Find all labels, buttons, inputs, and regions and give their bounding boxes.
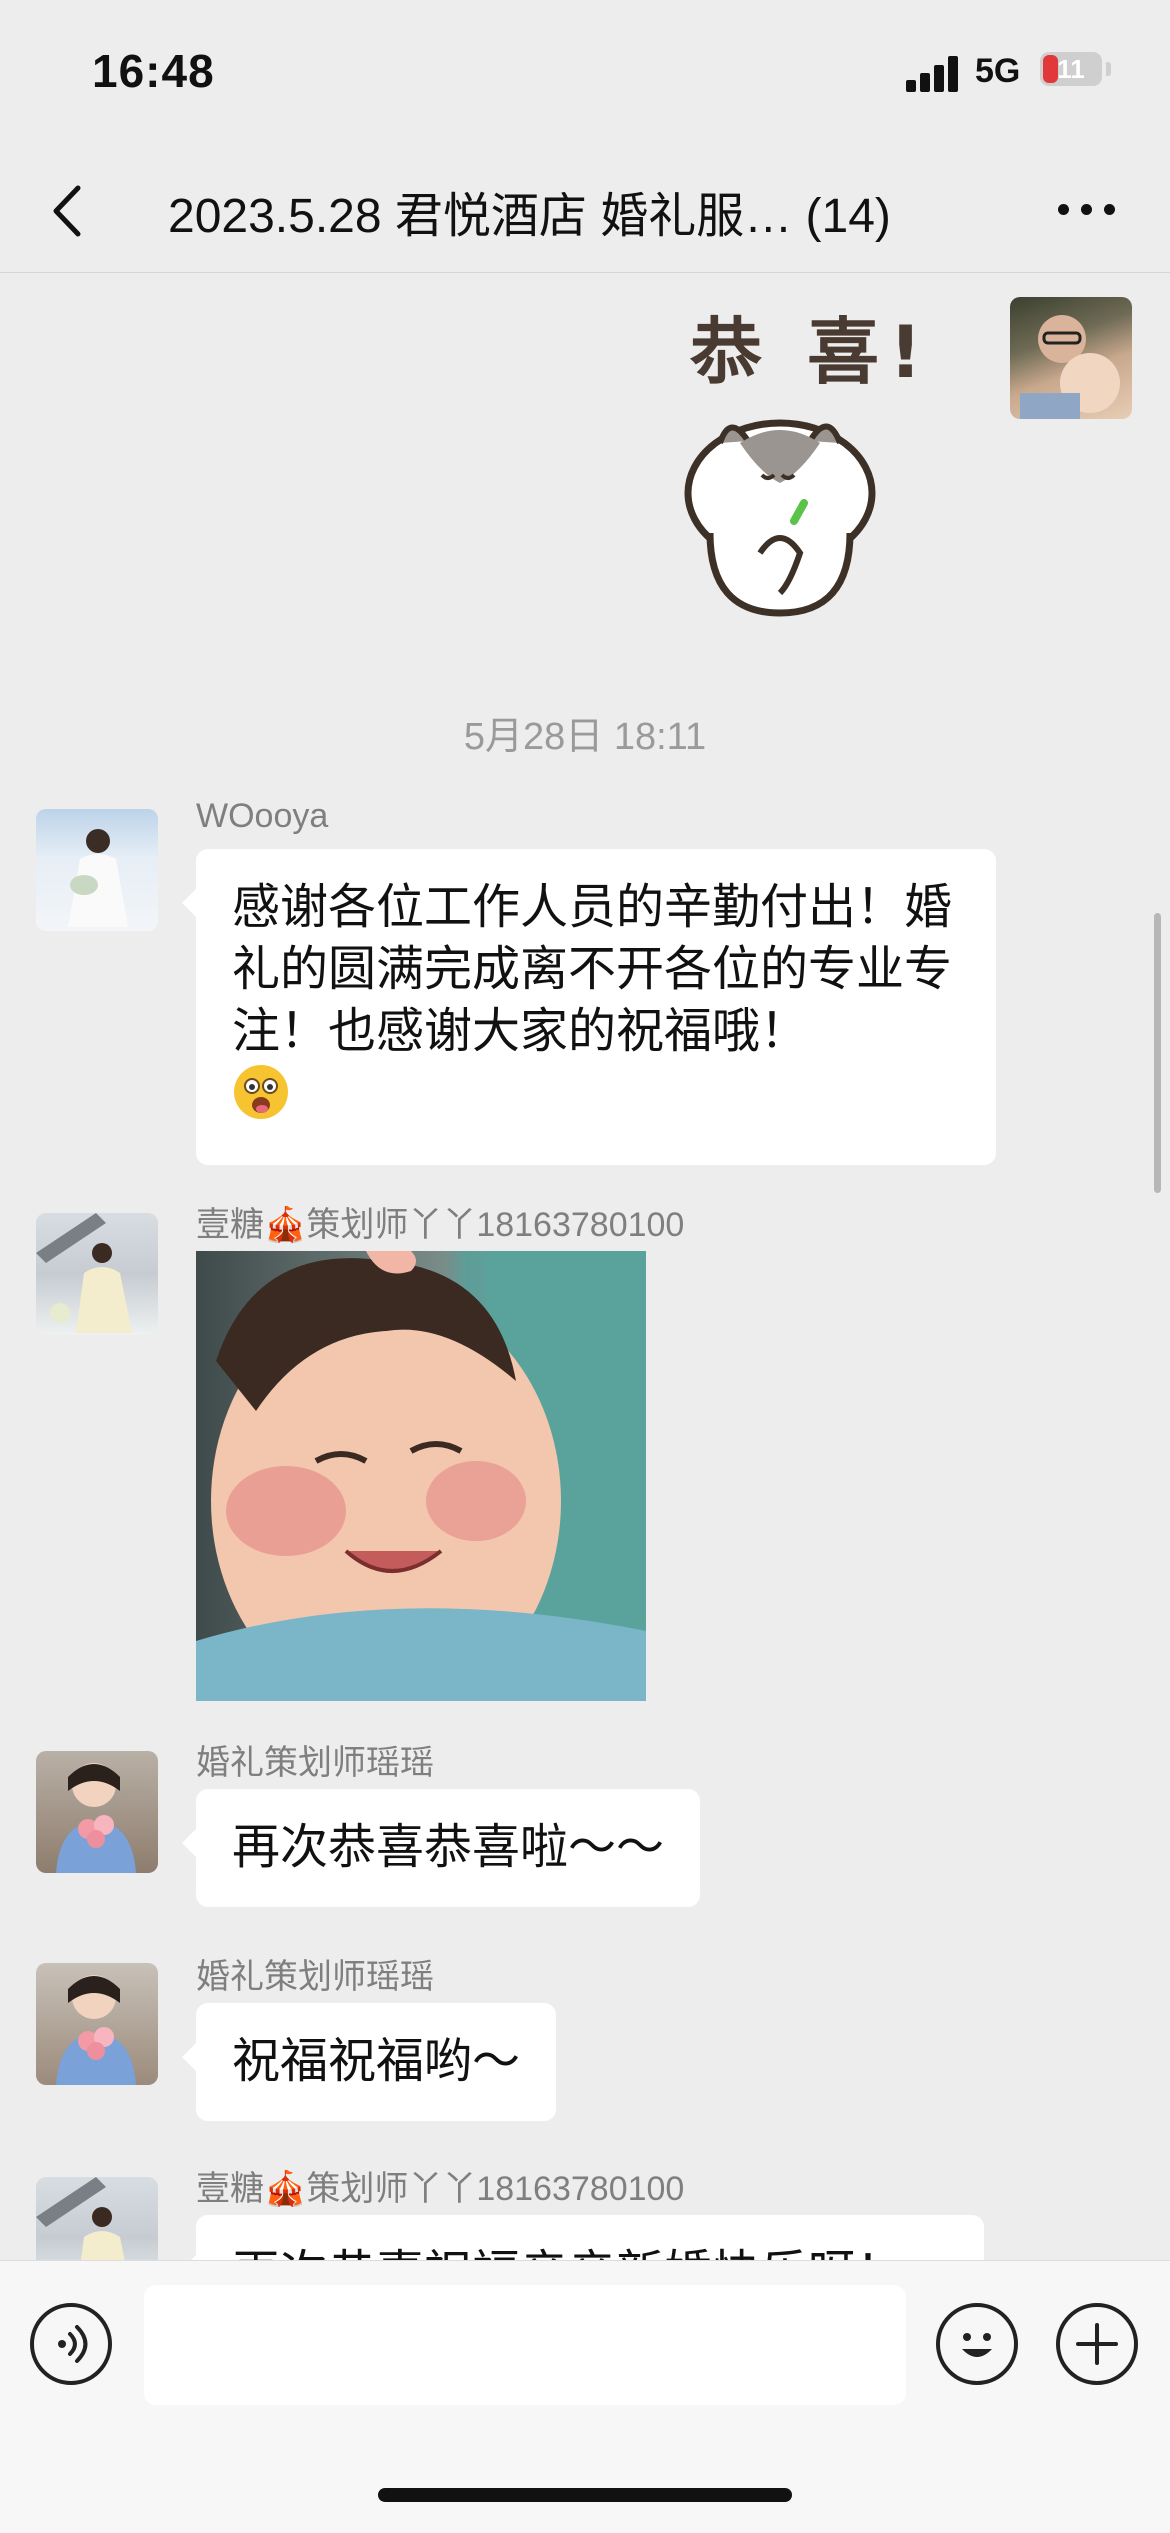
home-indicator[interactable] [378,2488,792,2502]
chat-header: 2023.5.28 君悦酒店 婚礼服… (14) [0,150,1170,273]
battery-icon: 11 [1040,52,1102,86]
message-bubble[interactable]: 再次恭喜祝福亲亲新婚快乐呀！ [182,2215,984,2260]
hamster-icon [684,419,876,617]
voice-icon[interactable] [30,2303,112,2385]
battery-level: 11 [1057,54,1085,84]
message-bubble[interactable]: 祝福祝福哟～ [181,2003,557,2121]
message-timestamp: 5月28日 18:11 [463,716,707,758]
plus-icon[interactable] [1056,2303,1138,2385]
avatar[interactable] [36,2177,158,2260]
message-input[interactable] [144,2285,906,2405]
message-text: 再次恭喜恭喜啦～～ [232,1821,665,1874]
image-message[interactable] [196,1251,646,1701]
message-text: 再次恭喜祝福亲亲新婚快乐呀！ [232,2247,904,2260]
emoji-icon[interactable] [936,2303,1018,2385]
status-time: 16:48 [92,45,215,97]
message-text: 感谢各位工作人员的辛勤付出！婚礼的圆满完成离不开各位的专业专注！也感谢大家的祝福… [232,881,953,1058]
sender-name: 婚礼策划师瑶瑶 [196,1744,434,1782]
message-list[interactable]: 恭 喜! 5月28日 18:11 WOooya 感谢各位工作人员的辛勤付出！婚礼… [0,273,1170,2260]
status-bar: 16:48 5G 11 [0,0,1170,150]
signal-icon [906,56,960,92]
chevron-left-icon[interactable] [42,178,98,244]
avatar[interactable] [36,1213,158,1335]
avatar[interactable] [36,1963,158,2085]
scrollbar[interactable] [1154,913,1161,1193]
sender-name: WOooya [196,797,329,835]
face-emoji-icon [232,1063,290,1137]
sticker-message[interactable]: 恭 喜! [650,293,980,633]
battery-tip [1106,62,1111,76]
message-text: 祝福祝福哟～ [232,2035,521,2088]
sender-name: 壹糖🎪策划师丫丫18163780100 [196,1206,685,1244]
message-bubble[interactable]: 再次恭喜恭喜啦～～ [181,1789,701,1907]
network-type: 5G [975,52,1021,90]
sender-name: 婚礼策划师瑶瑶 [196,1958,434,1996]
message-bubble[interactable]: 感谢各位工作人员的辛勤付出！婚礼的圆满完成离不开各位的专业专注！也感谢大家的祝福… [182,849,996,1165]
avatar[interactable] [36,1751,158,1873]
sticker-text: 恭 喜! [690,310,932,394]
chat-title[interactable]: 2023.5.28 君悦酒店 婚礼服… (14) [168,176,891,246]
avatar[interactable] [36,809,158,931]
sender-name: 壹糖🎪策划师丫丫18163780100 [196,2170,685,2208]
self-avatar[interactable] [1010,297,1132,419]
more-icon[interactable] [1052,194,1122,224]
